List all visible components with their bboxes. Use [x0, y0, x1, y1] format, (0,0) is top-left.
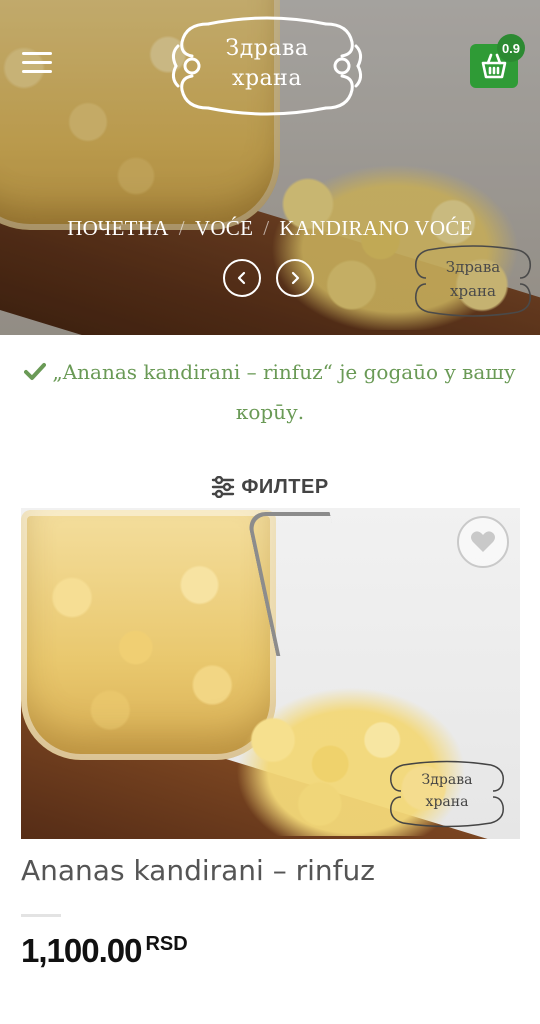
watermark-line1: Здрава — [421, 772, 473, 788]
notice-text: „Ananas kandirani – rinfuz“ je gogaūo y … — [52, 360, 516, 424]
watermark-frame — [414, 245, 532, 317]
heart-icon — [471, 531, 495, 552]
hero-watermark: Здрава храна — [408, 240, 538, 322]
breadcrumb-voce[interactable]: VOĆE — [195, 216, 253, 240]
logo-text-line1: Здрава — [225, 36, 309, 61]
breadcrumb-separator: / — [178, 216, 185, 240]
logo-text-line2: храна — [232, 66, 302, 91]
price-amount: 1,100.00 — [21, 932, 142, 969]
menu-button[interactable] — [22, 52, 52, 78]
product-price: 1,100.00 RSD — [21, 932, 188, 970]
added-to-cart-notice: „Ananas kandirani – rinfuz“ je gogaūo y … — [24, 352, 516, 432]
previous-button[interactable] — [223, 259, 261, 297]
title-divider — [21, 914, 61, 917]
product-watermark: Здрава храна — [383, 756, 511, 832]
site-logo[interactable]: Здрава храна — [168, 10, 366, 122]
filter-icon — [212, 476, 235, 498]
filter-button[interactable]: ФИЛТЕР — [200, 470, 340, 504]
breadcrumb-home[interactable]: ПОЧЕТНА — [67, 216, 169, 240]
breadcrumb: ПОЧЕТНА / VOĆE / KANDIRANO VOĆE — [0, 216, 540, 241]
breadcrumb-kandirano-voce[interactable]: KANDIRANO VOĆE — [279, 216, 472, 240]
breadcrumb-separator: / — [263, 216, 270, 240]
watermark-line2: храна — [450, 282, 496, 300]
check-icon — [24, 363, 47, 380]
next-button[interactable] — [276, 259, 314, 297]
menu-icon — [22, 52, 52, 55]
price-currency: RSD — [145, 933, 188, 955]
watermark-line1: Здрава — [445, 258, 501, 276]
watermark-line2: храна — [425, 794, 469, 810]
product-title[interactable]: Ananas kandirani – rinfuz — [21, 854, 521, 887]
chevron-right-icon — [291, 271, 300, 285]
chevron-left-icon — [237, 271, 246, 285]
wishlist-button[interactable] — [457, 516, 509, 568]
cart-count-badge: 0.9 — [497, 34, 525, 62]
filter-label: ФИЛТЕР — [241, 475, 329, 498]
